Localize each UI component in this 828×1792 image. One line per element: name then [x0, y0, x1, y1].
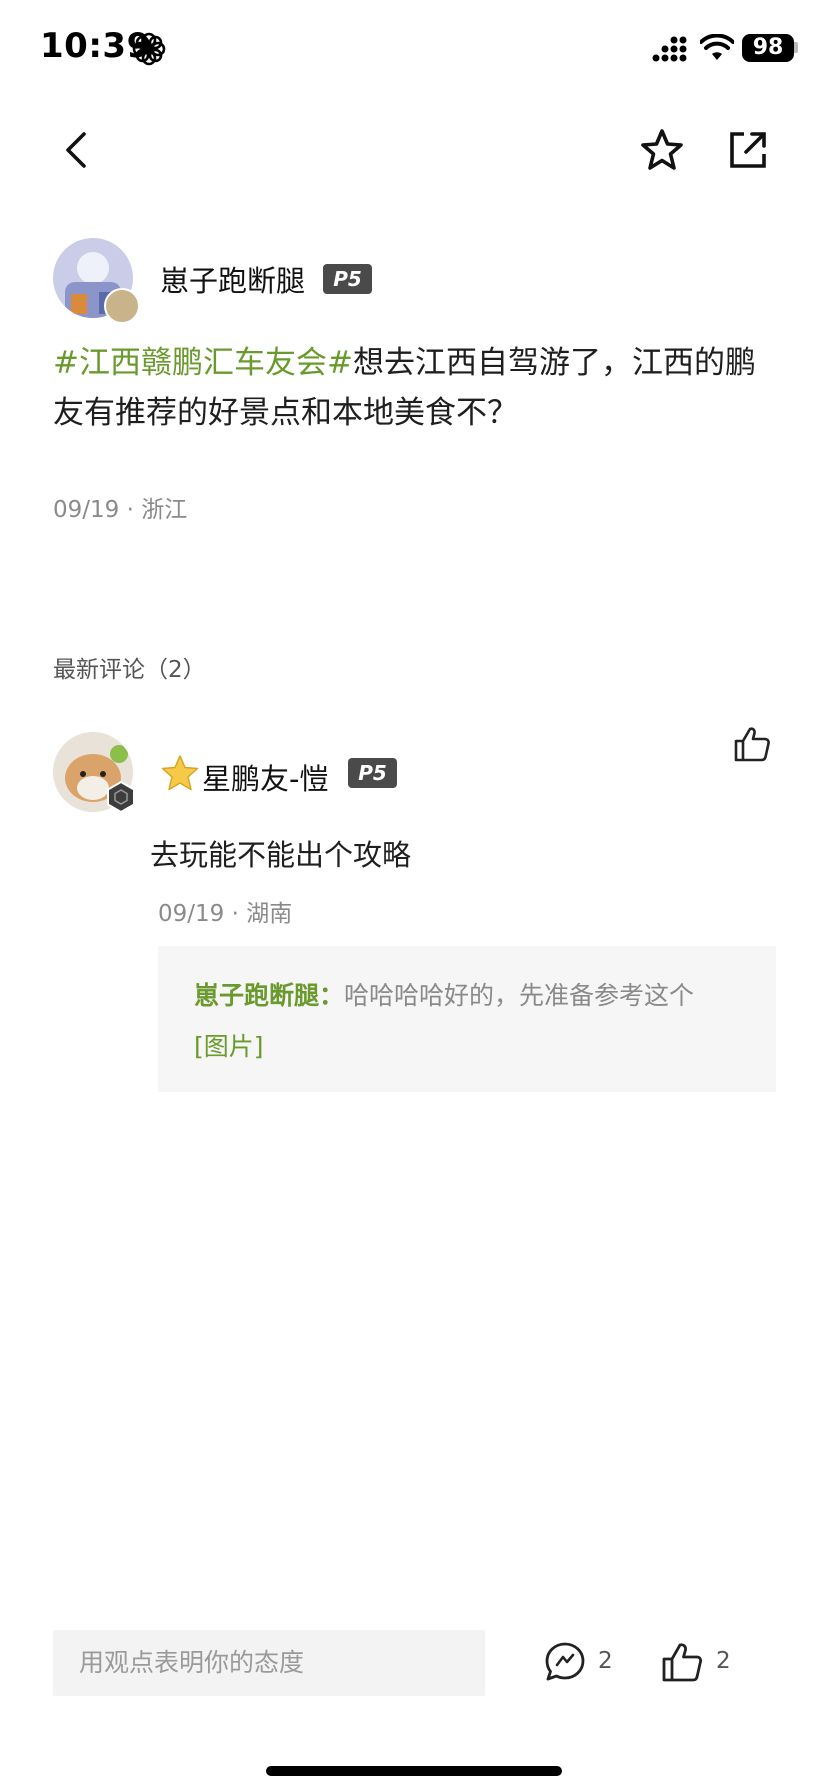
back-arrow-icon[interactable] — [54, 126, 102, 174]
comment-text: 去玩能不能出个攻略 — [150, 838, 412, 872]
reply-text: 哈哈哈哈好的，先准备参考这个 — [344, 981, 695, 1010]
share-icon[interactable] — [724, 126, 772, 174]
comment-meta: 09/19 · 湖南 — [158, 894, 292, 928]
reply-image-link[interactable]: [图片] — [194, 1032, 264, 1061]
post-hashtag[interactable]: #江西赣鹏汇车友会# — [53, 345, 353, 381]
like-count: 2 — [716, 1648, 731, 1674]
medal-badge-icon — [104, 288, 140, 324]
battery-indicator: 98 — [742, 34, 794, 62]
post-location: 浙江 — [141, 497, 188, 523]
home-indicator[interactable] — [266, 1766, 562, 1776]
flower-icon — [132, 32, 166, 66]
commenter-level-badge: P5 — [348, 758, 397, 788]
post-date: 09/19 — [53, 497, 120, 523]
post-content: #江西赣鹏汇车友会#想去江西自驾游了，江西的鹏友有推荐的好景点和本地美食不？ — [53, 338, 773, 438]
like-icon[interactable] — [660, 1640, 704, 1684]
author-name[interactable]: 崽子跑断腿 — [160, 258, 305, 300]
comment-bubble-icon[interactable] — [543, 1640, 587, 1684]
meta-separator: · — [231, 901, 247, 927]
author-level-badge: P5 — [323, 264, 372, 294]
reply-box[interactable]: 崽子跑断腿：哈哈哈哈好的，先准备参考这个 [图片] — [158, 946, 776, 1092]
comment-date: 09/19 — [158, 901, 225, 927]
meta-separator: · — [126, 497, 142, 523]
reply-content: 崽子跑断腿：哈哈哈哈好的，先准备参考这个 [图片] — [194, 970, 754, 1072]
commenter-name[interactable]: 星鹏友-愷 — [202, 756, 328, 798]
star-badge-icon — [161, 755, 199, 791]
comment-like-icon[interactable] — [732, 724, 772, 764]
wifi-icon — [700, 34, 734, 60]
star-icon[interactable] — [638, 126, 686, 174]
comment-count: 2 — [598, 1648, 613, 1674]
post-meta: 09/19 · 浙江 — [53, 490, 187, 524]
comment-location: 湖南 — [246, 901, 293, 927]
battery-nub — [794, 42, 798, 53]
comments-section-title: 最新评论（2） — [53, 657, 206, 683]
signal-icon — [652, 36, 687, 62]
comment-input[interactable]: 用观点表明你的态度 — [53, 1630, 485, 1696]
hexagon-badge-icon — [107, 780, 135, 814]
reply-author[interactable]: 崽子跑断腿： — [194, 981, 344, 1010]
